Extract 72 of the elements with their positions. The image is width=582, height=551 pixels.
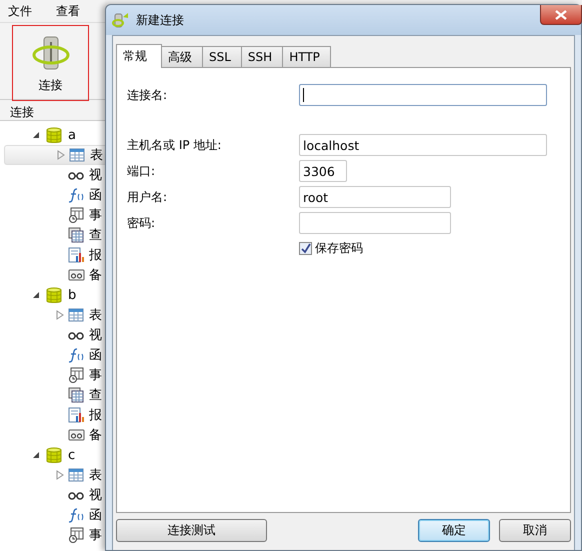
tab[interactable]: HTTP [282,46,331,67]
selected-row[interactable]: 表 [4,145,105,165]
tree-item[interactable]: 视 [89,166,102,184]
tree-item[interactable]: 报 [89,406,102,424]
check-icon [300,243,311,254]
database-icon [46,446,62,464]
input-field[interactable] [299,84,547,106]
tab[interactable]: 常规 [116,44,162,68]
menu-item[interactable]: 文件 [8,2,32,20]
tree-item[interactable]: 表 [89,466,102,484]
tree-item[interactable]: 备 [89,426,102,444]
button[interactable]: 取消 [499,518,571,542]
field-label: 密码: [127,214,156,232]
function-icon [68,507,85,523]
tab[interactable]: 高级 [161,46,203,67]
tree-item[interactable]: 事 [89,526,102,544]
calendar-clock-icon [68,367,85,383]
database-icon [46,286,62,304]
grid-icon [68,387,85,403]
field-label: 端口: [127,162,156,180]
field-label: 连接名: [127,86,168,104]
tree-item[interactable]: 报 [89,246,102,264]
field-label: 主机名或 IP 地址: [127,136,222,154]
table-icon [68,467,85,483]
button[interactable]: 连接测试 [116,518,267,542]
tree-item[interactable]: 备 [89,266,102,284]
input-field[interactable] [299,212,451,234]
tree-item[interactable]: 函 [89,186,102,204]
expand-arrow-icon [56,310,64,320]
connection-icon [112,11,130,29]
calendar-clock-icon [68,207,85,223]
checkbox[interactable] [299,242,312,255]
tree-item[interactable]: 事 [89,206,102,224]
tree-item[interactable]: 查 [89,226,102,244]
tree-item[interactable]: 视 [89,486,102,504]
window-title: 新建连接 [136,12,185,28]
tree-item[interactable]: 函 [89,346,102,364]
field-label: 用户名: [127,188,168,206]
close-button[interactable] [540,5,582,25]
panel-title: 连接 [9,104,35,120]
input-field[interactable]: root [299,186,451,208]
checkbox-label: 保存密码 [315,240,363,257]
tree-item[interactable]: a [68,128,76,142]
close-icon [555,10,567,20]
menu-item[interactable]: 查看 [56,2,80,20]
table-icon [69,147,86,163]
tree-item[interactable]: 事 [89,366,102,384]
tab[interactable]: SSL [202,46,242,67]
tape-icon [68,427,85,443]
tree-item[interactable]: 查 [89,386,102,404]
expand-arrow-icon [57,150,65,160]
database-icon [46,126,62,144]
calendar-clock-icon [68,527,85,543]
tree-item[interactable]: c [68,448,76,462]
expand-arrow-icon [56,470,64,480]
report-chart-icon [68,247,85,263]
grid-icon [68,227,85,243]
tree-item[interactable]: 表 [90,146,103,164]
tree-item[interactable]: 视 [89,326,102,344]
input-field[interactable]: localhost [299,134,547,156]
report-chart-icon [68,407,85,423]
tree-item[interactable]: b [68,288,76,302]
tab[interactable]: SSH [240,46,284,67]
tree-item[interactable]: 表 [89,306,102,324]
table-icon [68,307,85,323]
button[interactable]: 确定 [418,518,490,542]
function-icon [68,347,85,363]
tree-item[interactable]: 函 [89,506,102,524]
function-icon [68,187,85,203]
tape-icon [68,267,85,283]
input-field[interactable]: 3306 [299,160,347,182]
connect-button[interactable]: 连接 [12,25,89,101]
